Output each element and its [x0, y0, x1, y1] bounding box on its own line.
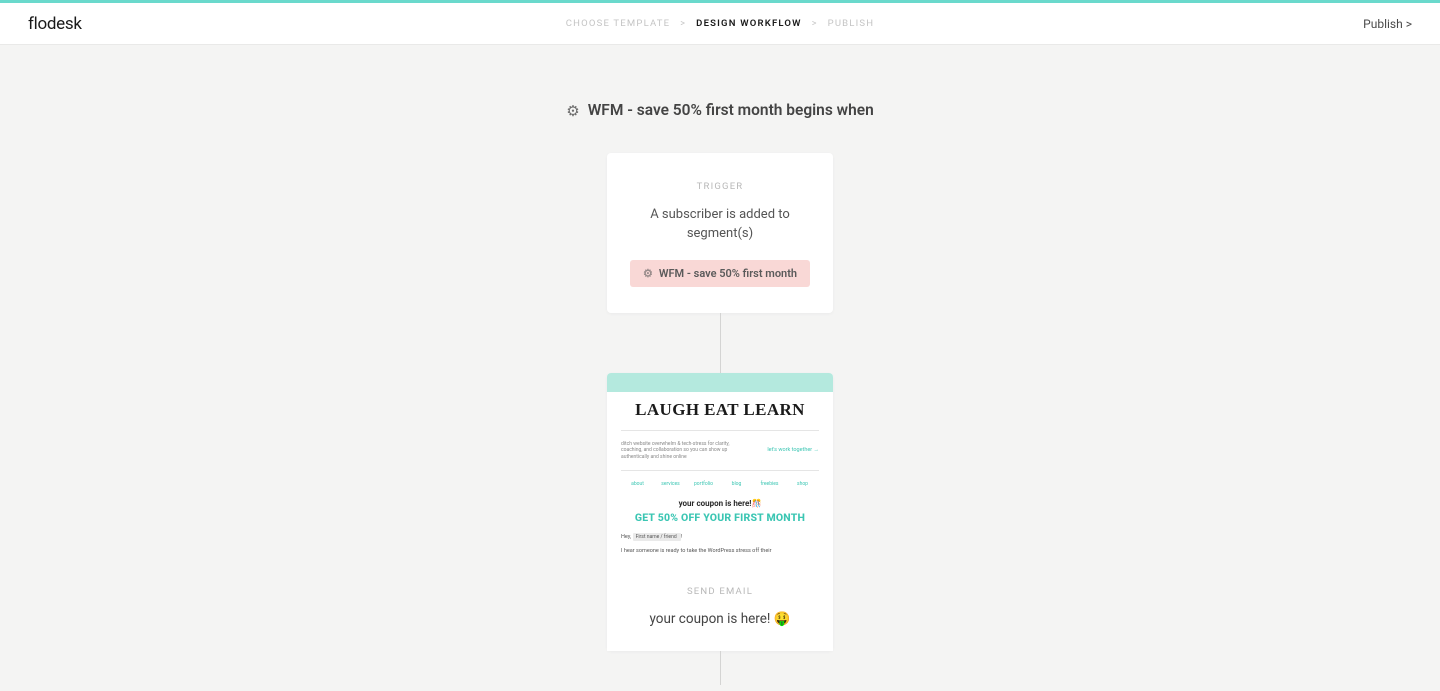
email-nav-item: about — [621, 481, 654, 487]
email-nav-item: services — [654, 481, 687, 487]
breadcrumb: CHOOSE TEMPLATE > DESIGN WORKFLOW > PUBL… — [566, 18, 874, 29]
email-small-cta: let's work together → — [767, 447, 819, 453]
email-nav: about services portfolio blog freebies s… — [621, 481, 819, 487]
workflow-title-row: ⚙ WFM - save 50% first month begins when — [566, 100, 874, 121]
email-tagline: ditch website overwhelm & tech-stress fo… — [621, 441, 750, 461]
email-greeting-suffix: ! — [681, 534, 682, 540]
email-greeting-prefix: Hey, — [621, 534, 631, 540]
breadcrumb-separator: > — [812, 19, 818, 29]
trigger-card[interactable]: TRIGGER A subscriber is added to segment… — [607, 153, 833, 313]
email-nav-item: portfolio — [687, 481, 720, 487]
email-nav-item: blog — [720, 481, 753, 487]
email-divider — [621, 430, 819, 431]
logo[interactable]: flodesk — [28, 14, 82, 34]
email-divider — [621, 470, 819, 471]
workflow-title-text: WFM - save 50% first month begins when — [588, 100, 874, 121]
breadcrumb-step-design-workflow[interactable]: DESIGN WORKFLOW — [696, 18, 802, 29]
email-body-line: I hear someone is ready to take the Word… — [621, 548, 819, 554]
email-tagline-row: ditch website overwhelm & tech-stress fo… — [621, 441, 819, 461]
email-card-footer: SEND EMAIL your coupon is here! 🤑 — [607, 564, 833, 651]
trigger-description: A subscriber is added to segment(s) — [627, 206, 813, 244]
workflow-canvas: ⚙ WFM - save 50% first month begins when… — [0, 45, 1440, 691]
email-merge-field: First name / friend — [633, 533, 681, 541]
segment-tag[interactable]: ⚙ WFM - save 50% first month — [630, 260, 810, 287]
segment-tag-label: WFM - save 50% first month — [659, 267, 797, 280]
email-headline: your coupon is here!🎊 — [621, 499, 819, 508]
app-header: flodesk CHOOSE TEMPLATE > DESIGN WORKFLO… — [0, 3, 1440, 45]
connector-line — [720, 651, 721, 685]
gear-icon: ⚙ — [566, 102, 579, 120]
email-preview-accent — [607, 373, 833, 392]
email-brand-logo: LAUGH EAT LEARN — [621, 400, 819, 420]
email-step-card[interactable]: LAUGH EAT LEARN ditch website overwhelm … — [607, 373, 833, 652]
email-preview-body: LAUGH EAT LEARN ditch website overwhelm … — [607, 392, 833, 565]
email-nav-item: freebies — [753, 481, 786, 487]
email-subject: your coupon is here! 🤑 — [627, 611, 813, 627]
publish-button[interactable]: Publish > — [1363, 17, 1412, 31]
email-preview: LAUGH EAT LEARN ditch website overwhelm … — [607, 373, 833, 565]
breadcrumb-separator: > — [680, 19, 686, 29]
trigger-label: TRIGGER — [627, 181, 813, 192]
breadcrumb-step-publish[interactable]: PUBLISH — [828, 18, 875, 29]
email-greeting: Hey, First name / friend ! — [621, 534, 819, 540]
connector-line — [720, 313, 721, 373]
email-nav-item: shop — [786, 481, 819, 487]
email-subhead: GET 50% OFF YOUR FIRST MONTH — [621, 511, 819, 524]
email-step-label: SEND EMAIL — [627, 586, 813, 597]
gear-icon: ⚙ — [643, 267, 653, 280]
breadcrumb-step-choose-template[interactable]: CHOOSE TEMPLATE — [566, 18, 670, 29]
